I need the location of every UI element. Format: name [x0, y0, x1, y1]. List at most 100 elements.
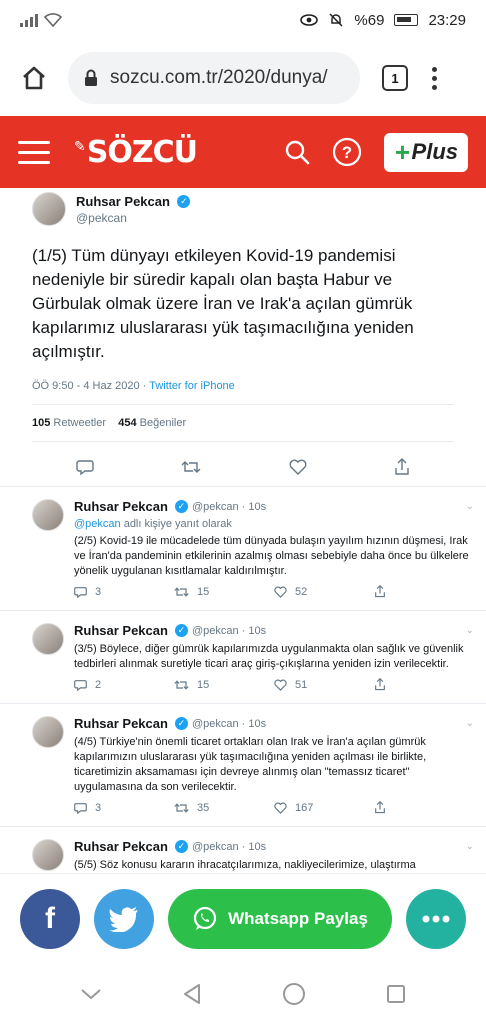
lock-icon: [85, 69, 97, 86]
site-header: ✎SÖZCÜ ? + Plus: [0, 116, 486, 188]
reply-action[interactable]: 3: [74, 586, 174, 598]
share-action[interactable]: [374, 801, 474, 814]
avatar[interactable]: [32, 623, 64, 655]
author-name: Ruhsar Pekcan: [76, 194, 170, 209]
more-share-button[interactable]: [406, 888, 466, 949]
status-left: [20, 13, 62, 27]
address-bar[interactable]: sozcu.com.tr/2020/dunya/: [68, 52, 360, 104]
reply-tweet[interactable]: Ruhsar Pekcan ✓ @pekcan · 10s ⌄ @pekcan …: [0, 486, 486, 610]
share-icon: [375, 678, 385, 691]
facebook-icon: f: [45, 901, 55, 935]
chevron-down-icon[interactable]: ⌄: [466, 841, 474, 852]
verified-badge-icon: ✓: [174, 500, 188, 513]
tweet-author[interactable]: Ruhsar Pekcan ✓ @pekcan: [32, 188, 454, 226]
likes-stat[interactable]: 454 Beğeniler: [118, 417, 186, 429]
reply-tweet[interactable]: Ruhsar Pekcan ✓ @pekcan · 10s ⌄ (4/5) Tü…: [0, 703, 486, 826]
reply-icon: [74, 802, 87, 814]
author-handle: @pekcan: [76, 211, 127, 225]
reply-icon: [74, 679, 87, 691]
like-icon: [274, 586, 287, 598]
home-icon: [23, 66, 45, 90]
tweet-text: (3/5) Böylece, diğer gümrük kapılarımızd…: [74, 643, 464, 670]
share-action[interactable]: [374, 585, 474, 598]
author-handle: @pekcan · 10s: [191, 717, 267, 730]
back-icon[interactable]: [181, 983, 203, 1005]
svg-text:?: ?: [342, 143, 352, 162]
plus-sign: +: [394, 136, 410, 167]
like-action[interactable]: 52: [274, 586, 374, 598]
home-button[interactable]: [14, 58, 54, 98]
url-text: sozcu.com.tr/2020/dunya/: [110, 67, 328, 88]
share-icon[interactable]: [394, 458, 410, 476]
tweet-meta: ÖÖ 9:50 - 4 Haz 2020 · Twitter for iPhon…: [32, 380, 454, 392]
share-bar: f Whatsapp Paylaş: [0, 873, 486, 963]
reply-tweet[interactable]: Ruhsar Pekcan ✓ @pekcan · 10s ⌄ (5/5) Sö…: [0, 826, 486, 873]
tweet-actions: 3 35 167: [74, 795, 474, 814]
author-name: Ruhsar Pekcan: [74, 499, 168, 514]
twitter-share-button[interactable]: [94, 888, 154, 949]
whatsapp-share-button[interactable]: Whatsapp Paylaş: [168, 888, 392, 949]
signal-icon: [20, 13, 38, 27]
avatar[interactable]: [32, 839, 64, 871]
avatar[interactable]: [32, 716, 64, 748]
battery-icon: [394, 14, 419, 26]
whatsapp-share-label: Whatsapp Paylaş: [228, 908, 368, 928]
retweet-action[interactable]: 35: [174, 802, 274, 814]
share-icon: [375, 801, 385, 814]
more-dots-icon: [422, 915, 450, 922]
retweet-icon: [174, 679, 189, 690]
reply-action[interactable]: 2: [74, 679, 174, 691]
like-action[interactable]: 167: [274, 802, 374, 814]
hamburger-menu-icon[interactable]: [18, 140, 50, 164]
avatar[interactable]: [32, 192, 66, 226]
author-handle: @pekcan · 10s: [191, 840, 267, 853]
share-action[interactable]: [374, 678, 474, 691]
chevron-down-icon[interactable]: ⌄: [466, 718, 474, 729]
verified-badge-icon: ✓: [174, 624, 188, 637]
tweet-timestamp[interactable]: ÖÖ 9:50 - 4 Haz 2020 ·: [32, 380, 149, 392]
plus-button[interactable]: + Plus: [384, 132, 468, 172]
retweet-icon[interactable]: [181, 459, 201, 475]
reply-icon: [74, 586, 87, 598]
retweets-stat[interactable]: 105 Retweetler: [32, 417, 106, 429]
status-bar: %69 23:29: [0, 0, 486, 40]
reply-tweet[interactable]: Ruhsar Pekcan ✓ @pekcan · 10s ⌄ (3/5) Bö…: [0, 610, 486, 703]
recents-icon[interactable]: [385, 983, 407, 1005]
facebook-share-button[interactable]: f: [20, 888, 80, 949]
plus-label: Plus: [411, 139, 458, 164]
tweet-stats: 105 Retweetler 454 Beğeniler: [32, 417, 454, 429]
chevron-down-icon[interactable]: [80, 987, 102, 1001]
tweet-text: (1/5) Tüm dünyayı etkileyen Kovid-19 pan…: [32, 246, 414, 361]
reply-icon[interactable]: [76, 459, 94, 475]
retweet-icon: [174, 586, 189, 597]
tweet-text: (2/5) Kovid-19 ile mücadelede tüm dünyad…: [74, 535, 469, 577]
status-right: %69 23:29: [300, 12, 466, 29]
verified-badge-icon: ✓: [174, 840, 188, 853]
avatar[interactable]: [32, 499, 64, 531]
whatsapp-icon: [193, 906, 217, 930]
battery-percent: %69: [354, 11, 385, 29]
retweet-action[interactable]: 15: [174, 679, 274, 691]
article-content: Ruhsar Pekcan ✓ @pekcan (1/5) Tüm dünyay…: [0, 188, 486, 873]
browser-menu-button[interactable]: [432, 66, 437, 90]
tweet-actions: 2 15 51: [74, 672, 474, 691]
search-icon[interactable]: [284, 139, 310, 165]
help-icon[interactable]: ?: [332, 137, 362, 167]
author-name: Ruhsar Pekcan: [74, 839, 168, 854]
chevron-down-icon[interactable]: ⌄: [466, 625, 474, 636]
like-icon[interactable]: [289, 459, 307, 475]
reply-action[interactable]: 3: [74, 802, 174, 814]
tweet-source[interactable]: Twitter for iPhone: [149, 380, 235, 392]
like-action[interactable]: 51: [274, 679, 374, 691]
tweet-text: (5/5) Söz konusu kararın ihracatçılarımı…: [74, 859, 416, 871]
verified-badge-icon: ✓: [177, 195, 191, 209]
author-handle: @pekcan · 10s: [191, 500, 267, 513]
site-logo[interactable]: ✎SÖZCÜ: [74, 135, 198, 170]
home-circle-icon[interactable]: [282, 982, 306, 1006]
retweet-action[interactable]: 15: [174, 586, 274, 598]
twitter-bird-icon: [109, 906, 138, 932]
eye-icon: [300, 14, 319, 26]
verified-badge-icon: ✓: [174, 717, 188, 730]
tab-switcher-button[interactable]: 1: [382, 65, 408, 91]
chevron-down-icon[interactable]: ⌄: [466, 501, 474, 512]
